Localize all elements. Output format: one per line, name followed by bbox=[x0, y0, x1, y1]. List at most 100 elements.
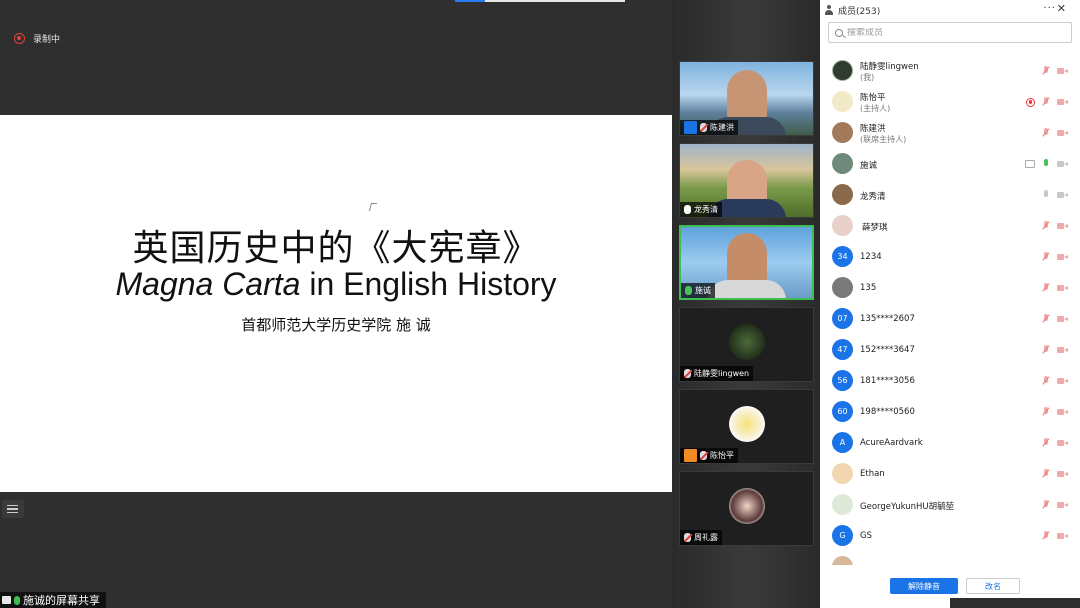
member-row[interactable]: 60 198****0560 bbox=[820, 396, 1080, 427]
camera-off-icon[interactable] bbox=[1057, 284, 1068, 292]
member-list[interactable]: 陆静雯lingwen (我) 陈怡平 (主持人) 陈建洪 (联席主持人) 施诚 … bbox=[820, 55, 1080, 565]
mic-muted-icon[interactable] bbox=[1042, 531, 1050, 541]
presentation-slide: 英国历史中的《大宪章》 Magna Carta in English Histo… bbox=[0, 115, 672, 492]
mic-muted-icon[interactable] bbox=[1042, 221, 1050, 231]
camera-off-icon[interactable] bbox=[1057, 501, 1068, 509]
mic-muted-icon bbox=[684, 533, 691, 542]
member-row[interactable]: 陈建洪 (联席主持人) bbox=[820, 117, 1080, 148]
video-tile[interactable]: 龙秀清 bbox=[679, 143, 814, 218]
member-row[interactable]: 07 135****2607 bbox=[820, 303, 1080, 334]
video-tile[interactable]: 陈怡平 bbox=[679, 389, 814, 464]
member-row-partial[interactable] bbox=[820, 551, 1080, 565]
member-controls bbox=[1042, 314, 1068, 324]
camera-off-icon[interactable] bbox=[1057, 346, 1068, 354]
tile-name: 陈怡平 bbox=[710, 451, 734, 460]
slide-title-rest: in English History bbox=[300, 266, 557, 302]
video-tile-active-speaker[interactable]: 施诚 bbox=[679, 225, 814, 300]
mic-muted-icon[interactable] bbox=[1042, 407, 1050, 417]
member-row[interactable]: 薛梦琪 bbox=[820, 210, 1080, 241]
video-tile[interactable]: 陆静雯lingwen bbox=[679, 307, 814, 382]
mic-muted-icon[interactable] bbox=[1042, 97, 1050, 107]
mic-muted-icon[interactable] bbox=[1042, 283, 1050, 293]
more-options-icon[interactable]: ··· bbox=[1043, 3, 1056, 14]
camera-off-icon[interactable] bbox=[1057, 222, 1068, 230]
mic-muted-icon[interactable] bbox=[1042, 469, 1050, 479]
member-search[interactable] bbox=[828, 22, 1072, 43]
member-avatar: A bbox=[832, 432, 853, 453]
member-name: 1234 bbox=[860, 252, 882, 262]
tile-name: 周礼露 bbox=[694, 533, 718, 542]
screen-share-icon bbox=[2, 596, 11, 604]
member-avatar bbox=[832, 494, 853, 515]
member-avatar bbox=[832, 277, 853, 298]
tile-name-bar: 陆静雯lingwen bbox=[680, 366, 754, 381]
member-row[interactable]: 陈怡平 (主持人) bbox=[820, 86, 1080, 117]
tile-name-bar: 陈怡平 bbox=[680, 448, 738, 463]
microphone-active-icon bbox=[685, 286, 692, 295]
member-row[interactable]: A AcureAardvark bbox=[820, 427, 1080, 458]
member-row[interactable]: G GS bbox=[820, 520, 1080, 551]
member-name: 198****0560 bbox=[860, 407, 915, 417]
camera-off-icon[interactable] bbox=[1057, 408, 1068, 416]
member-name: 陈怡平 bbox=[860, 93, 886, 103]
close-icon[interactable]: ✕ bbox=[1057, 2, 1066, 15]
video-tile[interactable]: 陈建洪 bbox=[679, 61, 814, 136]
participant-face bbox=[726, 70, 767, 122]
member-row[interactable]: 47 152****3647 bbox=[820, 334, 1080, 365]
camera-off-icon[interactable] bbox=[1057, 253, 1068, 261]
member-role: (联席主持人) bbox=[860, 135, 907, 144]
list-menu-button[interactable] bbox=[2, 500, 24, 518]
unmute-all-button[interactable]: 解除静音 bbox=[890, 578, 958, 594]
mic-muted-icon[interactable] bbox=[1042, 252, 1050, 262]
member-row[interactable]: 陆静雯lingwen (我) bbox=[820, 55, 1080, 86]
mic-muted-icon bbox=[700, 123, 707, 132]
mic-muted-icon[interactable] bbox=[1042, 438, 1050, 448]
camera-off-icon[interactable] bbox=[1057, 377, 1068, 385]
mic-muted-icon[interactable] bbox=[1042, 500, 1050, 510]
member-avatar bbox=[832, 60, 853, 81]
mic-muted-icon[interactable] bbox=[1042, 345, 1050, 355]
member-name: 陈建洪 bbox=[860, 124, 886, 134]
mic-muted-icon[interactable] bbox=[1042, 376, 1050, 386]
camera-off-icon[interactable] bbox=[1057, 470, 1068, 478]
tile-name-bar: 周礼露 bbox=[680, 530, 722, 545]
mic-icon[interactable] bbox=[1042, 190, 1050, 200]
member-name: 龙秀清 bbox=[860, 192, 886, 202]
rename-button[interactable]: 改名 bbox=[966, 578, 1020, 594]
camera-off-icon[interactable] bbox=[1057, 439, 1068, 447]
member-row[interactable]: 135 bbox=[820, 272, 1080, 303]
mic-active-icon[interactable] bbox=[1042, 159, 1050, 169]
camera-icon[interactable] bbox=[1057, 191, 1068, 199]
member-row[interactable]: 施诚 bbox=[820, 148, 1080, 179]
participant-body bbox=[707, 280, 786, 298]
member-avatar bbox=[832, 122, 853, 143]
participant-face bbox=[726, 233, 767, 285]
member-row[interactable]: GeorgeYukunHU胡毓堃 bbox=[820, 489, 1080, 520]
video-tile[interactable]: 周礼露 bbox=[679, 471, 814, 546]
camera-off-icon[interactable] bbox=[1057, 315, 1068, 323]
member-controls bbox=[1042, 345, 1068, 355]
camera-icon[interactable] bbox=[1057, 160, 1068, 168]
top-toolbar-tab[interactable] bbox=[455, 0, 625, 2]
mic-muted-icon[interactable] bbox=[1042, 66, 1050, 76]
mic-muted-icon[interactable] bbox=[1042, 314, 1050, 324]
member-avatar: 56 bbox=[832, 370, 853, 391]
member-row[interactable]: 34 1234 bbox=[820, 241, 1080, 272]
member-avatar bbox=[832, 556, 853, 565]
camera-off-icon[interactable] bbox=[1057, 129, 1068, 137]
camera-off-icon[interactable] bbox=[1057, 532, 1068, 540]
member-row[interactable]: 56 181****3056 bbox=[820, 365, 1080, 396]
mic-muted-icon[interactable] bbox=[1042, 128, 1050, 138]
member-avatar: G bbox=[832, 525, 853, 546]
camera-off-icon[interactable] bbox=[1057, 67, 1068, 75]
member-row[interactable]: 龙秀清 bbox=[820, 179, 1080, 210]
panel-title: 成员(253) bbox=[838, 6, 881, 17]
recording-indicator[interactable]: 录制中 bbox=[14, 32, 60, 45]
search-input[interactable] bbox=[847, 27, 1047, 38]
member-row[interactable]: Ethan bbox=[820, 458, 1080, 489]
microphone-icon bbox=[684, 205, 691, 214]
camera-off-icon[interactable] bbox=[1057, 98, 1068, 106]
search-icon bbox=[835, 28, 843, 37]
notification-bar bbox=[950, 598, 1080, 608]
participant-avatar bbox=[728, 324, 765, 360]
